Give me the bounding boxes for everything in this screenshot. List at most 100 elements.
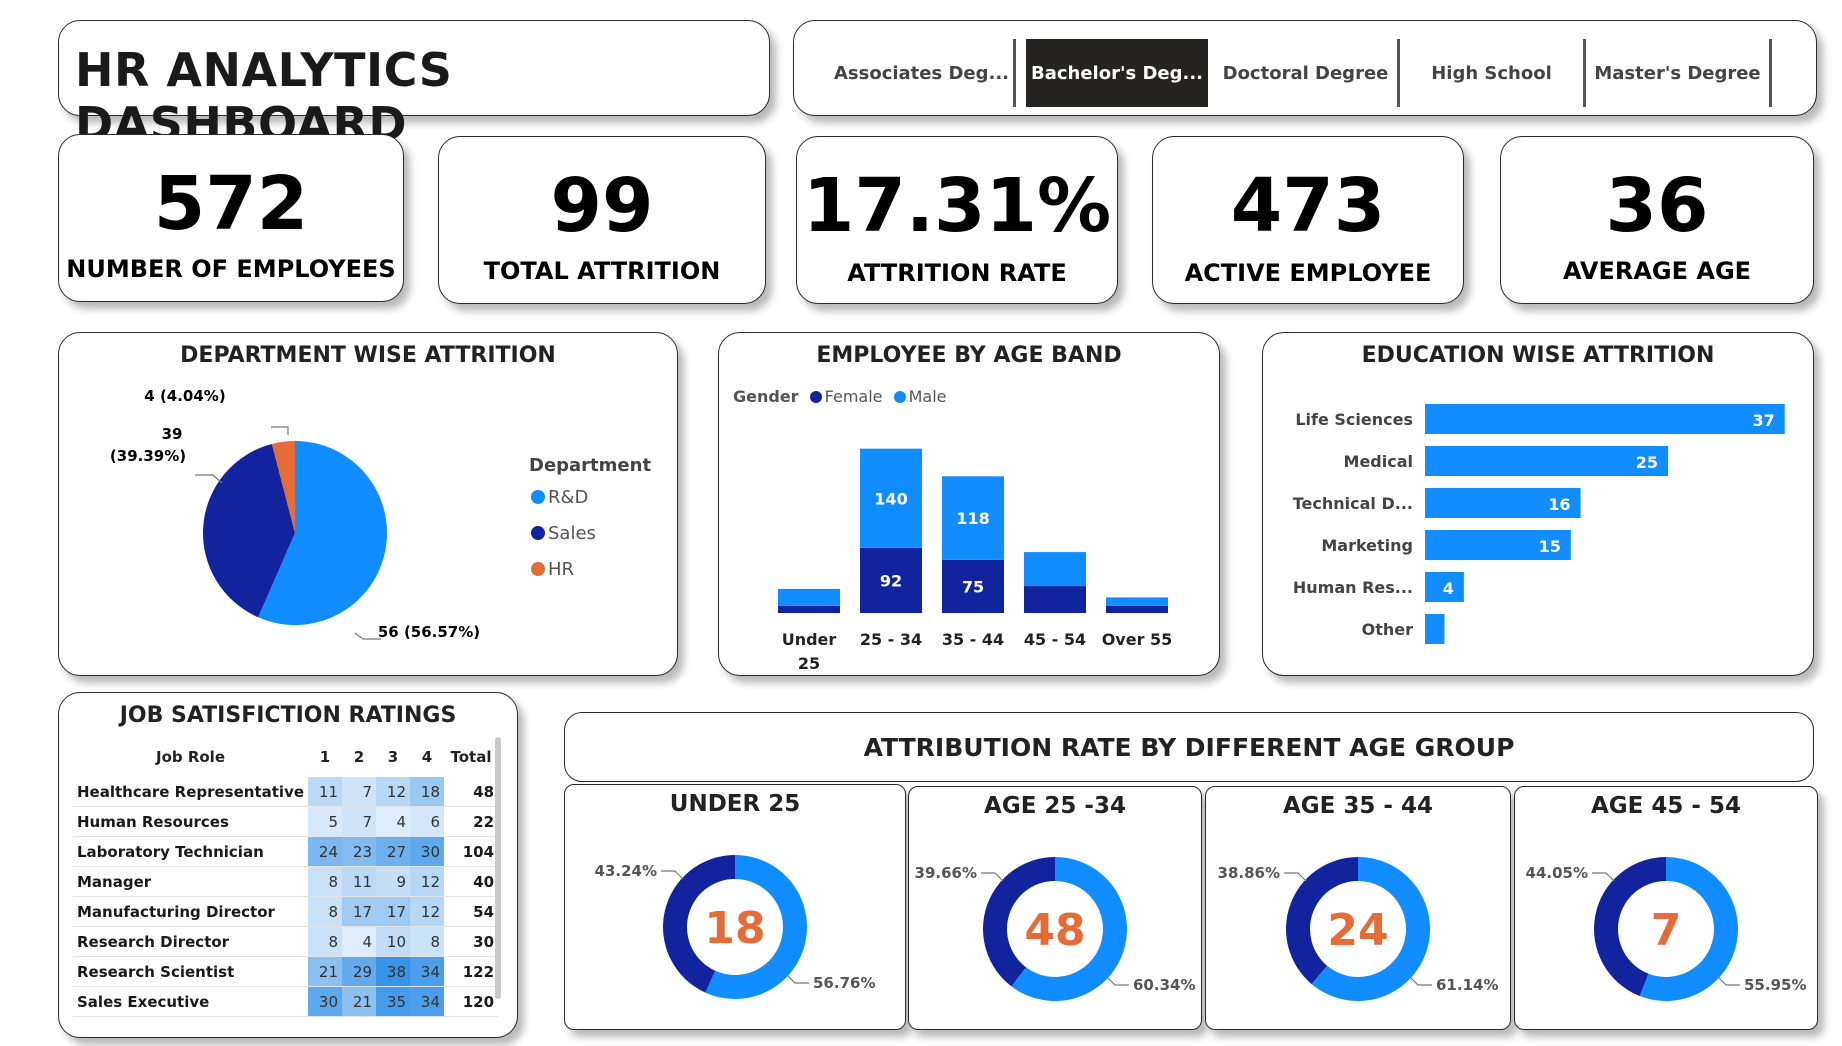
legend-label: Sales xyxy=(548,523,596,544)
column-header[interactable]: 4 xyxy=(410,737,444,777)
slicer-high-school[interactable]: High School xyxy=(1400,39,1586,107)
legend-label: R&D xyxy=(548,487,589,508)
rating-cell: 8 xyxy=(410,926,445,957)
job-role-cell: Laboratory Technician xyxy=(73,836,309,867)
x-tick-label: Under xyxy=(782,630,837,649)
table-header-row: Job Role 1 2 3 4 Total xyxy=(73,737,498,777)
column-header[interactable]: 2 xyxy=(342,737,376,777)
column-header[interactable]: Total xyxy=(444,737,498,777)
slicer-bachelors-degree[interactable]: Bachelor's Deg... xyxy=(1026,39,1208,107)
bar-data-label: 25 xyxy=(1636,453,1658,472)
rating-cell: 8 xyxy=(308,896,343,927)
job-role-cell: Manufacturing Director xyxy=(73,896,309,927)
bar-education[interactable] xyxy=(1425,404,1785,434)
rating-cell: 34 xyxy=(410,956,445,987)
department-attrition-card: DEPARTMENT WISE ATTRITION 4 (4.04%) 39 (… xyxy=(58,332,678,676)
job-role-cell: Manager xyxy=(73,866,309,897)
legend-label-female[interactable]: Female xyxy=(825,387,883,406)
title-card: HR ANALYTICS DASHBOARD xyxy=(58,20,770,151)
total-cell: 120 xyxy=(444,986,499,1017)
donut-chart: 24 38.86% 61.14% xyxy=(1218,857,1498,1001)
donut-center-value: 24 xyxy=(1327,905,1388,956)
rating-cell: 17 xyxy=(376,896,411,927)
slicer-associates-degree[interactable]: Associates Deg... xyxy=(830,39,1016,107)
donut-title: AGE 25 -34 xyxy=(984,793,1126,819)
job-role-cell: Sales Executive xyxy=(73,986,309,1017)
kpi-value: 36 xyxy=(1605,163,1709,249)
bar-male[interactable] xyxy=(778,588,840,606)
table-row[interactable]: Research Scientist 21 29 38 34 122 xyxy=(73,956,499,987)
y-tick-label: Technical D... xyxy=(1293,494,1413,513)
slicer-doctoral-degree[interactable]: Doctoral Degree xyxy=(1214,39,1400,107)
kpi-value: 473 xyxy=(1230,163,1386,249)
legend-title: Gender xyxy=(733,387,799,406)
total-cell: 48 xyxy=(444,777,499,807)
donut-center-value: 7 xyxy=(1651,905,1682,956)
table-row[interactable]: Manager 8 11 9 12 40 xyxy=(73,866,499,897)
table-row[interactable]: Healthcare Representative 11 7 12 18 48 xyxy=(73,777,499,807)
rating-cell: 27 xyxy=(376,836,411,867)
rating-cell: 12 xyxy=(410,896,445,927)
legend-dot xyxy=(531,490,545,504)
donut-center-value: 18 xyxy=(704,903,765,954)
legend-label-male[interactable]: Male xyxy=(909,387,947,406)
job-satisfaction-card: JOB SATISFICTION RATINGS Job Role 1 2 3 … xyxy=(58,692,518,1038)
total-cell: 22 xyxy=(444,806,499,837)
leader-line xyxy=(1409,976,1432,986)
table-scrollbar[interactable] xyxy=(495,737,501,999)
legend-item-hr[interactable]: HR xyxy=(531,559,574,580)
bar-education[interactable] xyxy=(1425,446,1669,476)
total-cell: 54 xyxy=(444,896,499,927)
rating-cell: 17 xyxy=(342,896,377,927)
bar-female[interactable] xyxy=(1024,586,1086,613)
bar-female[interactable] xyxy=(778,605,840,613)
legend-item-rd[interactable]: R&D xyxy=(531,487,588,508)
bar-male[interactable] xyxy=(1106,597,1168,606)
leader-line xyxy=(786,974,809,984)
leader-line xyxy=(981,872,1004,882)
kpi-value: 99 xyxy=(550,163,654,249)
kpi-label: ATTRITION RATE xyxy=(847,259,1067,287)
bar-data-label: 140 xyxy=(874,489,907,508)
table-row[interactable]: Manufacturing Director 8 17 17 12 54 xyxy=(73,896,499,927)
legend-dot xyxy=(531,562,545,576)
rating-cell: 5 xyxy=(308,806,343,837)
kpi-card-attrition-rate: 17.31% ATTRITION RATE xyxy=(796,136,1118,304)
age-group-header-card: ATTRIBUTION RATE BY DIFFERENT AGE GROUP xyxy=(564,712,1814,782)
bar-education[interactable] xyxy=(1425,614,1445,644)
rating-cell: 11 xyxy=(342,866,377,897)
legend-dot-female xyxy=(809,391,822,403)
kpi-label: AVERAGE AGE xyxy=(1562,257,1752,285)
table-row[interactable]: Sales Executive 30 21 35 34 120 xyxy=(73,986,499,1017)
kpi-label: TOTAL ATTRITION xyxy=(483,257,721,285)
slicer-label: Master's Degree xyxy=(1594,62,1761,84)
pie-label-sales-value: 39 xyxy=(162,425,183,443)
slicer-masters-degree[interactable]: Master's Degree xyxy=(1586,39,1772,107)
leader-line xyxy=(1717,976,1740,986)
bar-male[interactable] xyxy=(1024,552,1086,587)
leader-line xyxy=(661,870,684,880)
department-pie-chart: 4 (4.04%) 39 (39.39%) 56 (56.57%) xyxy=(110,387,480,641)
column-header[interactable]: 1 xyxy=(308,737,342,777)
table-row[interactable]: Human Resources 5 7 4 6 22 xyxy=(73,806,499,837)
bar-female[interactable] xyxy=(1106,605,1168,613)
rating-cell: 24 xyxy=(308,836,343,867)
slicer-label: Bachelor's Deg... xyxy=(1030,62,1203,84)
pie-label-rd: 56 (56.57%) xyxy=(378,623,480,641)
legend-item-sales[interactable]: Sales xyxy=(531,523,596,544)
total-cell: 40 xyxy=(444,866,499,897)
rating-cell: 18 xyxy=(410,777,445,807)
column-header[interactable]: 3 xyxy=(376,737,410,777)
pie-label-sales-pct: (39.39%) xyxy=(110,447,186,465)
slicer-label: Associates Deg... xyxy=(833,62,1010,84)
total-cell: 30 xyxy=(444,926,499,957)
pie-label-hr: 4 (4.04%) xyxy=(144,387,225,405)
rating-cell: 11 xyxy=(308,777,343,807)
table-row[interactable]: Research Director 8 4 10 8 30 xyxy=(73,926,499,957)
bar-data-label: 4 xyxy=(1443,579,1454,598)
x-tick-label: 25 - 34 xyxy=(860,630,922,649)
table-row[interactable]: Laboratory Technician 24 23 27 30 104 xyxy=(73,836,499,867)
donut-title: UNDER 25 xyxy=(669,791,801,817)
column-header[interactable]: Job Role xyxy=(73,737,308,777)
leader-line xyxy=(1592,872,1615,882)
